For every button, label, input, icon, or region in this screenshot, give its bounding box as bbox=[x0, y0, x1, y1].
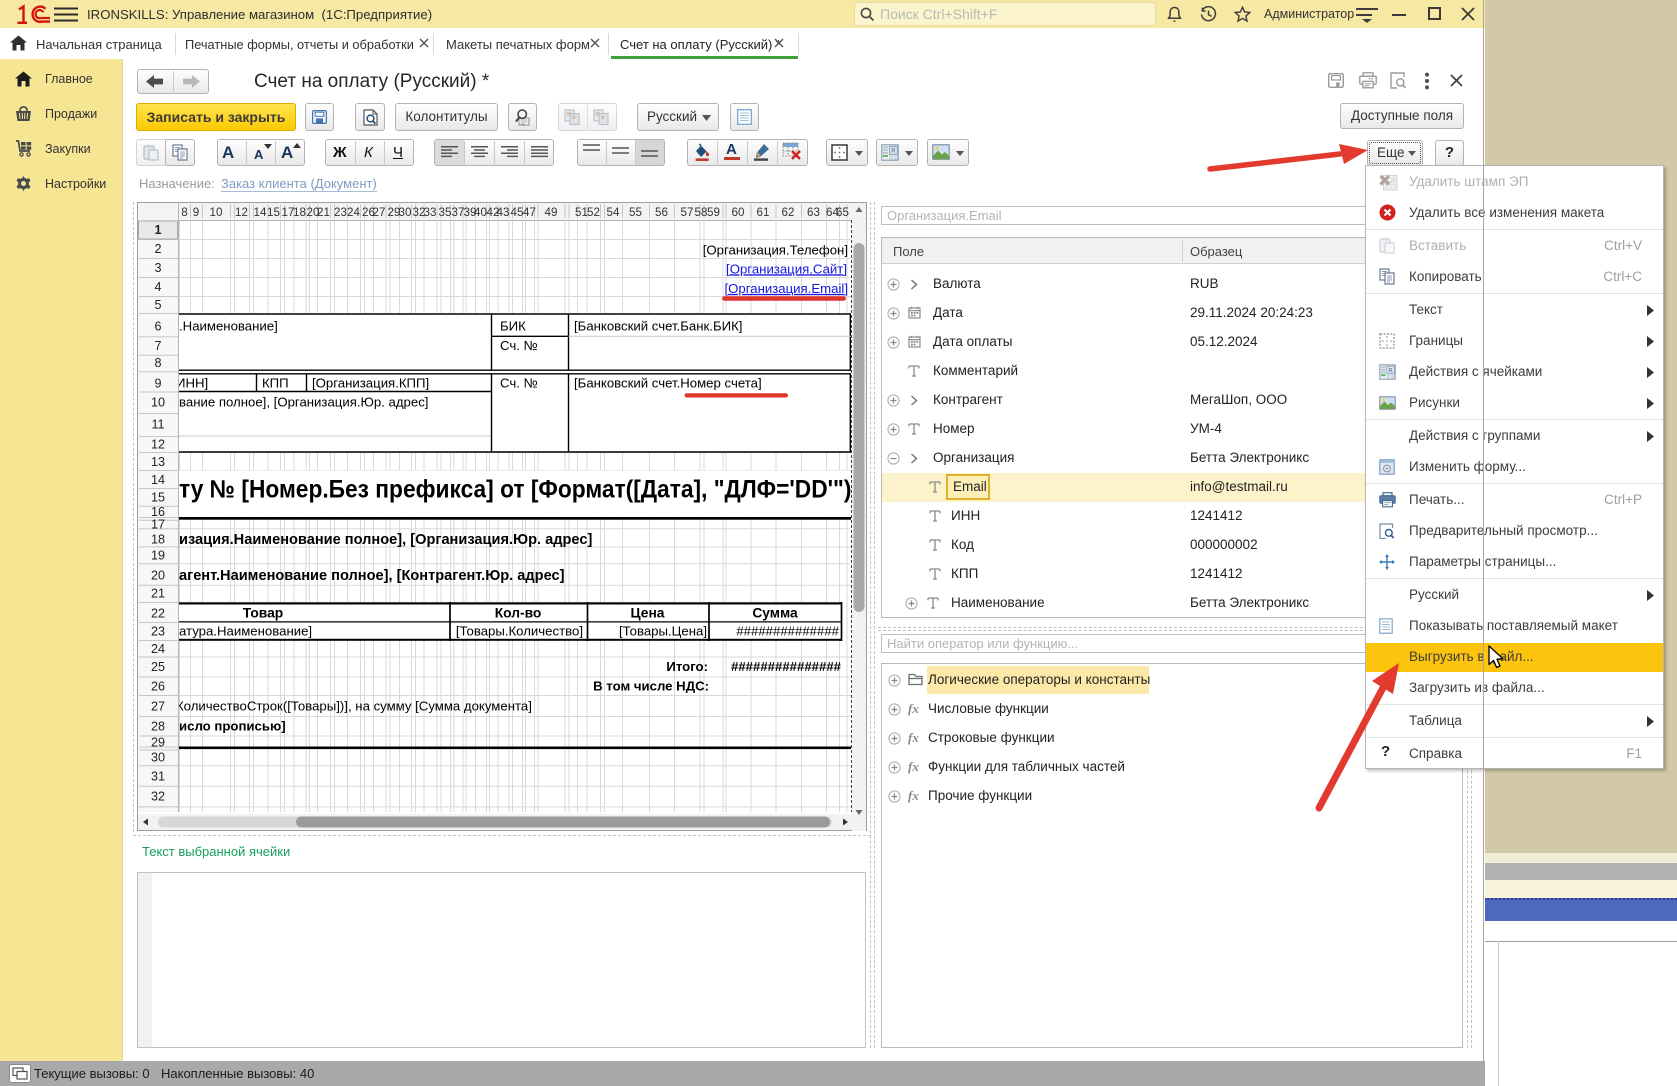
svg-text:Сч. №: Сч. № bbox=[500, 338, 538, 353]
svg-text:45: 45 bbox=[511, 206, 524, 219]
svg-text:7: 7 bbox=[154, 339, 161, 353]
svg-text:6: 6 bbox=[154, 320, 161, 334]
svg-text:8: 8 bbox=[181, 206, 187, 219]
svg-text:54: 54 bbox=[607, 206, 620, 219]
svg-text:26: 26 bbox=[151, 680, 165, 694]
svg-text:57: 57 bbox=[681, 206, 694, 219]
svg-text:29: 29 bbox=[151, 736, 165, 750]
svg-text:19: 19 bbox=[151, 549, 165, 563]
svg-text:21: 21 bbox=[317, 206, 330, 219]
svg-text:БИК: БИК bbox=[500, 319, 526, 334]
svg-text:33: 33 bbox=[424, 206, 437, 219]
svg-text:1: 1 bbox=[154, 223, 161, 237]
svg-text:14: 14 bbox=[254, 206, 267, 219]
svg-text:24: 24 bbox=[151, 642, 165, 656]
svg-text:15: 15 bbox=[151, 491, 165, 505]
svg-text:15: 15 bbox=[267, 206, 280, 219]
svg-text:вание полное], [Организация.Юр: вание полное], [Организация.Юр. адрес] bbox=[179, 395, 428, 410]
svg-text:43: 43 bbox=[497, 206, 510, 219]
svg-text:4: 4 bbox=[154, 280, 161, 294]
svg-text:2: 2 bbox=[154, 242, 161, 256]
svg-text:49: 49 bbox=[545, 206, 558, 219]
svg-text:R: R bbox=[1389, 368, 1393, 374]
svg-text:изация.Наименование полное], [: изация.Наименование полное], [Организаци… bbox=[179, 532, 592, 548]
svg-text:.Наименование]: .Наименование] bbox=[179, 319, 278, 334]
svg-text:65: 65 bbox=[836, 206, 849, 219]
svg-text:[Организация.Телефон]: [Организация.Телефон] bbox=[703, 243, 848, 258]
svg-text:###############: ############### bbox=[731, 659, 842, 674]
svg-text:Кол-во: Кол-во bbox=[495, 606, 542, 621]
svg-text:21: 21 bbox=[151, 587, 165, 601]
svg-text:10: 10 bbox=[210, 206, 223, 219]
svg-text:23: 23 bbox=[334, 206, 347, 219]
svg-text:60: 60 bbox=[732, 206, 745, 219]
svg-text:63: 63 bbox=[807, 206, 820, 219]
svg-text:ту № [Номер.Без префикса] от [: ту № [Номер.Без префикса] от [Формат([Да… bbox=[179, 476, 859, 504]
svg-text:[Организация.Сайт]: [Организация.Сайт] bbox=[726, 261, 847, 276]
svg-text:Сумма: Сумма bbox=[752, 606, 798, 621]
svg-text:3: 3 bbox=[154, 261, 161, 275]
svg-text:27: 27 bbox=[373, 206, 386, 219]
svg-text:14: 14 bbox=[151, 473, 165, 487]
svg-text:[Банковский счет.Номер счета]: [Банковский счет.Номер счета] bbox=[574, 376, 762, 391]
svg-text:КоличествоСтрок([Товары])], на: КоличествоСтрок([Товары])], на сумму [Су… bbox=[176, 699, 532, 714]
svg-text:[Товары.Количество]: [Товары.Количество] bbox=[456, 624, 583, 639]
svg-text:23: 23 bbox=[151, 625, 165, 639]
svg-text:Итого:: Итого: bbox=[666, 659, 708, 674]
svg-text:Цена: Цена bbox=[631, 606, 665, 621]
svg-text:17: 17 bbox=[151, 518, 165, 532]
svg-text:27: 27 bbox=[151, 700, 165, 714]
svg-text:37: 37 bbox=[452, 206, 465, 219]
svg-text:[Организация.КПП]: [Организация.КПП] bbox=[312, 376, 429, 391]
svg-text:12: 12 bbox=[151, 438, 165, 452]
svg-text:ИНН]: ИНН] bbox=[176, 376, 208, 391]
svg-text:##############: ############## bbox=[736, 624, 839, 639]
svg-text:35: 35 bbox=[439, 206, 452, 219]
svg-text:[Товары.Цена]: [Товары.Цена] bbox=[619, 624, 707, 639]
svg-text:10: 10 bbox=[151, 396, 165, 410]
svg-text:[Банковский счет.Банк.БИК]: [Банковский счет.Банк.БИК] bbox=[574, 319, 742, 334]
svg-text:Сч. №: Сч. № bbox=[500, 376, 538, 391]
svg-text:9: 9 bbox=[193, 206, 199, 219]
svg-text:20: 20 bbox=[151, 569, 165, 583]
svg-text:18: 18 bbox=[151, 533, 165, 547]
svg-text:11: 11 bbox=[151, 418, 164, 432]
svg-text:5: 5 bbox=[154, 298, 161, 312]
svg-text:9: 9 bbox=[154, 377, 161, 391]
svg-text:13: 13 bbox=[151, 455, 165, 469]
svg-text:Товар: Товар bbox=[243, 606, 283, 621]
svg-text:22: 22 bbox=[151, 607, 165, 621]
svg-text:58: 58 bbox=[695, 206, 708, 219]
svg-text:51: 51 bbox=[575, 206, 588, 219]
svg-text:30: 30 bbox=[399, 206, 412, 219]
svg-text:40: 40 bbox=[474, 206, 487, 219]
svg-text:62: 62 bbox=[782, 206, 795, 219]
svg-text:32: 32 bbox=[151, 790, 165, 804]
svg-text:56: 56 bbox=[655, 206, 668, 219]
svg-text:25: 25 bbox=[151, 660, 165, 674]
svg-text:47: 47 bbox=[523, 206, 536, 219]
svg-text:31: 31 bbox=[151, 770, 165, 784]
svg-text:28: 28 bbox=[151, 720, 165, 734]
svg-text:В том числе НДС:: В том числе НДС: bbox=[593, 679, 709, 694]
svg-text:агент.Наименование полное], [К: агент.Наименование полное], [Контрагент.… bbox=[179, 568, 565, 584]
svg-text:59: 59 bbox=[707, 206, 720, 219]
svg-text:[Организация.Email]: [Организация.Email] bbox=[724, 281, 848, 296]
svg-text:30: 30 bbox=[151, 751, 165, 765]
svg-text:24: 24 bbox=[347, 206, 360, 219]
svg-text:КПП: КПП bbox=[262, 376, 289, 391]
svg-text:8: 8 bbox=[154, 356, 161, 370]
svg-text:исло прописью]: исло прописью] bbox=[179, 719, 286, 734]
svg-text:18: 18 bbox=[293, 206, 306, 219]
svg-text:12: 12 bbox=[235, 206, 248, 219]
svg-text:52: 52 bbox=[587, 206, 600, 219]
svg-text:R: R bbox=[891, 149, 896, 155]
svg-text:55: 55 bbox=[629, 206, 642, 219]
svg-text:61: 61 bbox=[757, 206, 770, 219]
svg-text:атура.Наименование]: атура.Наименование] bbox=[179, 624, 312, 639]
